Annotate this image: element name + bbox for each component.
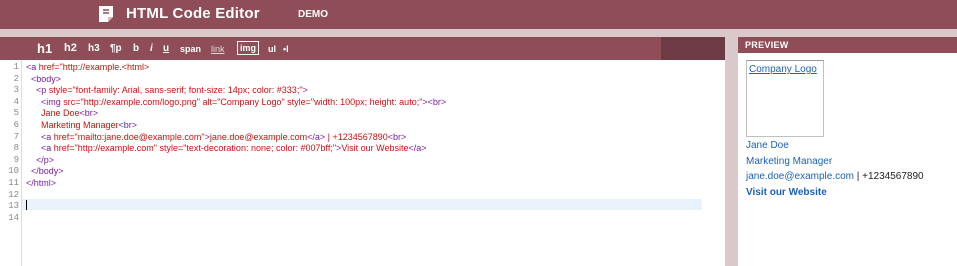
italic-button[interactable]: i	[150, 43, 153, 54]
code-line: <body>	[26, 74, 61, 84]
line-number: 11	[8, 178, 19, 188]
code-text-token: href="http://example.<html>	[38, 62, 150, 72]
code-text-token: href="http://example.com" style="text-de…	[53, 143, 337, 154]
code-text-token: href="mailto:jane.doe@example.com"	[53, 131, 205, 142]
code-line: Marketing Manager<br>	[26, 120, 137, 130]
line-number: 12	[8, 189, 19, 200]
toolbar-end-block	[661, 37, 725, 60]
code-tag-token: </html>	[26, 178, 57, 188]
line-number: 7	[13, 131, 19, 142]
code-line: </p>	[26, 155, 54, 165]
image-button[interactable]: img	[237, 41, 260, 55]
text-cursor	[26, 200, 27, 210]
app-title: HTML Code Editor	[126, 5, 260, 22]
code-tag-token: <br>	[79, 108, 99, 119]
preview-header: PREVIEW	[738, 37, 957, 53]
code-line: <a href="http://example.<html>	[26, 62, 149, 72]
formatting-toolbar: h1 h2 h3 ¶p b i u span link img ul •l	[0, 37, 725, 60]
contact-separator: |	[854, 171, 863, 182]
link-button[interactable]: link	[211, 44, 225, 54]
signature-name: Jane Doe	[746, 140, 789, 151]
code-line: </html>	[26, 178, 56, 188]
line-number: 8	[13, 143, 19, 154]
line-number-gutter: 1 2 3 4 5 6 7 8 9 10 11 12 13 14	[0, 60, 22, 266]
code-line: </body>	[26, 166, 64, 176]
preview-panel: PREVIEW Company Logo Jane Doe Marketing …	[738, 37, 957, 266]
line-number: 10	[8, 166, 19, 177]
code-tag-token: <a	[26, 62, 39, 72]
code-tag-token: <body>	[26, 73, 62, 84]
signature-job-title: Marketing Manager	[746, 156, 833, 167]
code-text-token: Jane Doe	[26, 108, 80, 119]
code-tag-token: </body>	[26, 166, 64, 177]
code-line: <p style="font-family: Arial, sans-serif…	[26, 85, 308, 95]
email-link[interactable]: jane.doe@example.com	[746, 171, 854, 182]
code-tag-token: <br>	[118, 120, 138, 130]
bold-button[interactable]: b	[133, 43, 139, 54]
code-line: Jane Doe<br>	[26, 108, 98, 118]
code-text-token: Visit our Website	[341, 143, 409, 154]
preview-title: PREVIEW	[745, 40, 789, 50]
code-text-token: jane.doe@example.com	[209, 131, 308, 142]
code-tag-token: >	[302, 85, 308, 96]
unordered-list-button[interactable]: ul	[268, 44, 276, 54]
code-tag-token: </p>	[26, 154, 55, 165]
code-tag-token: <br>	[387, 131, 407, 142]
code-tag-token: ><br>	[422, 96, 447, 107]
line-number: 3	[13, 85, 19, 96]
h2-button[interactable]: h2	[64, 42, 77, 54]
h3-button[interactable]: h3	[88, 43, 100, 54]
underline-button[interactable]: u	[163, 43, 169, 54]
phone-number: +1234567890	[862, 171, 924, 182]
company-logo-image: Company Logo	[746, 60, 824, 137]
code-text-token: Marketing Manager	[26, 120, 119, 130]
span-button[interactable]: span	[180, 44, 201, 54]
demo-link[interactable]: DEMO	[298, 9, 328, 20]
code-tag-token: <a	[26, 143, 54, 154]
line-number: 14	[8, 212, 19, 223]
signature-contact-line: jane.doe@example.com | +1234567890	[746, 171, 924, 182]
code-tag-token: </a>	[307, 131, 326, 142]
top-bar: HTML Code Editor DEMO	[0, 0, 957, 29]
code-tag-token: <img	[26, 96, 64, 107]
line-number: 13	[8, 201, 19, 212]
line-number: 2	[13, 73, 19, 84]
company-logo-alt-text: Company Logo	[749, 64, 817, 75]
code-line: <img src="http://example.com/logo.png" a…	[26, 97, 446, 107]
paragraph-button[interactable]: ¶p	[110, 43, 122, 54]
code-line: <a href="http://example.com" style="text…	[26, 143, 427, 153]
code-text-token: style="font-family: Arial, sans-serif; f…	[48, 85, 303, 96]
document-page-icon	[99, 6, 113, 22]
code-tag-token: </a>	[408, 143, 427, 154]
code-line: <a href="mailto:jane.doe@example.com">ja…	[26, 132, 406, 142]
website-link[interactable]: Visit our Website	[746, 187, 827, 198]
editor-panel: h1 h2 h3 ¶p b i u span link img ul •l 12…	[0, 37, 725, 266]
code-text-token: src="http://example.com/logo.png" alt="C…	[63, 96, 423, 107]
code-tag-token: <p	[26, 85, 49, 96]
header-divider	[0, 29, 957, 37]
line-number: 4	[13, 96, 19, 107]
line-number: 5	[13, 108, 19, 119]
h1-button[interactable]: h1	[37, 41, 52, 56]
code-editor[interactable]: <a href="http://example.<html> <body> <p…	[22, 60, 725, 266]
code-text-token: | +1234567890	[325, 131, 388, 142]
line-number: 1	[13, 62, 19, 72]
code-tag-token: <a	[26, 131, 54, 142]
line-number: 9	[13, 154, 19, 165]
line-number: 6	[13, 120, 19, 130]
ordered-list-button[interactable]: •l	[283, 44, 289, 54]
